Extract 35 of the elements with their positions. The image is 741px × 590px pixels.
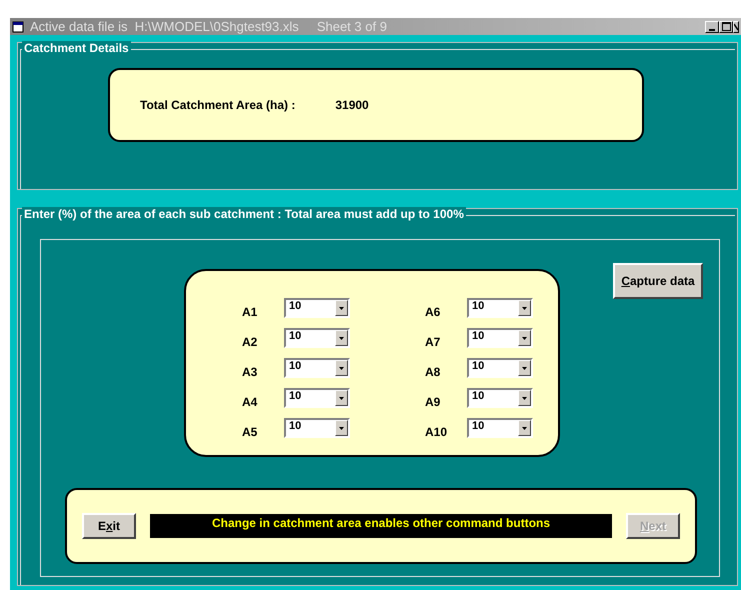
maximize-button[interactable] <box>719 20 733 32</box>
field-label: A1 <box>242 304 258 319</box>
field-label: A10 <box>425 424 448 439</box>
percent-dropdown[interactable]: 10 <box>467 298 533 318</box>
minimize-button[interactable] <box>705 20 719 32</box>
close-icon <box>734 22 738 30</box>
area-value: 31900 <box>335 98 369 112</box>
capture-data-button[interactable]: Capture data <box>613 263 703 299</box>
group-legend: Enter (%) of the area of each sub catchment : Total area must add up to 100% <box>22 207 466 221</box>
field-label: A6 <box>425 304 442 319</box>
percent-dropdown[interactable]: 10 <box>284 298 350 318</box>
status-message: Change in catchment area enables other command buttons <box>150 514 612 538</box>
field-label: A9 <box>425 394 442 409</box>
field-label: A7 <box>425 334 442 349</box>
percent-dropdown[interactable]: 10 <box>284 358 350 378</box>
window-title: Active data file is H:\WMODEL\0Shgtest93.xls Sheet 3 of 9 <box>30 19 388 34</box>
percent-dropdown[interactable]: 10 <box>467 328 533 348</box>
app-icon <box>12 20 24 32</box>
percent-dropdown[interactable]: 10 <box>467 418 533 438</box>
field-label: A2 <box>242 334 258 349</box>
group-legend: Catchment Details <box>22 41 131 55</box>
close-button[interactable] <box>733 20 739 32</box>
percent-dropdown[interactable]: 10 <box>284 328 350 348</box>
minimize-icon <box>709 28 715 30</box>
field-label: A5 <box>242 424 258 439</box>
percent-dropdown[interactable]: 10 <box>284 388 350 408</box>
percent-dropdown[interactable]: 10 <box>467 358 533 378</box>
exit-button[interactable]: Exit <box>82 513 136 539</box>
field-label: A3 <box>242 364 258 379</box>
percent-dropdown[interactable]: 10 <box>467 388 533 408</box>
area-label: Total Catchment Area (ha) : <box>140 98 296 112</box>
field-label: A4 <box>242 394 258 409</box>
maximize-icon <box>722 22 730 31</box>
field-label: A8 <box>425 364 442 379</box>
percent-dropdown[interactable]: 10 <box>284 418 350 438</box>
